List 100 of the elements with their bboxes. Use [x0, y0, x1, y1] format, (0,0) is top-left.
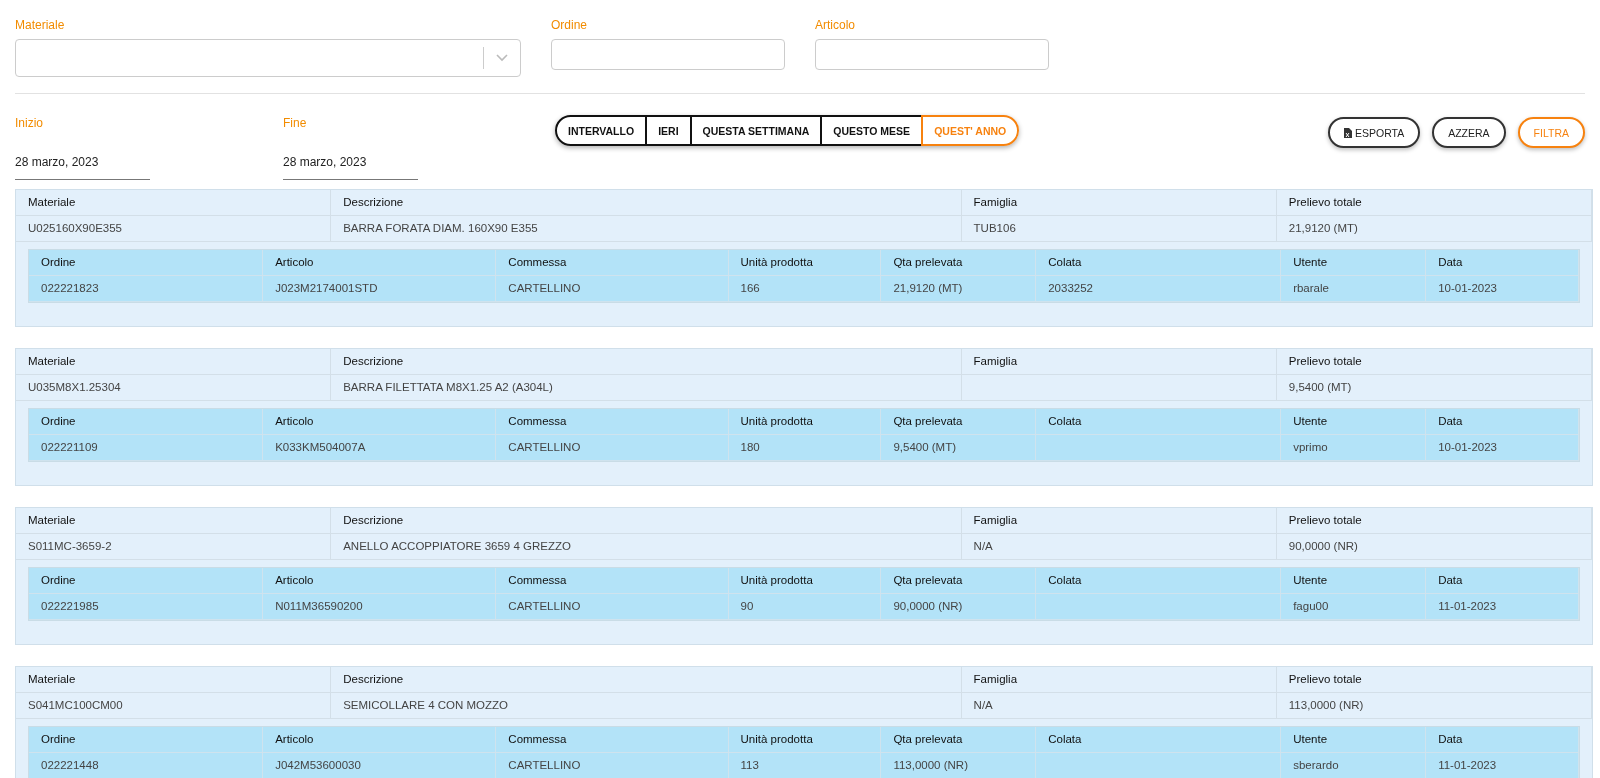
column-header: Commessa	[496, 727, 729, 753]
column-header: Materiale	[16, 667, 332, 693]
table-cell: CARTELLINO	[496, 276, 729, 302]
column-header: Articolo	[263, 409, 497, 435]
reset-button[interactable]: AZZERA	[1432, 117, 1506, 148]
table-cell: 21,9120 (MT)	[1276, 216, 1592, 242]
table-cell: 9,5400 (MT)	[1276, 375, 1592, 401]
column-header: Data	[1426, 727, 1579, 753]
column-header: Famiglia	[961, 190, 1277, 216]
table-cell: 10-01-2023	[1426, 435, 1579, 461]
field-label: Ordine	[551, 17, 589, 34]
column-header: Famiglia	[961, 349, 1277, 375]
column-header: Descrizione	[331, 667, 962, 693]
table-cell: 90	[728, 594, 882, 620]
column-header: Materiale	[16, 349, 332, 375]
table-cell: 90,0000 (NR)	[1276, 534, 1592, 560]
table-cell: 11-01-2023	[1426, 753, 1579, 778]
table-cell: J023M2174001STD	[263, 276, 497, 302]
table-cell: SEMICOLLARE 4 CON MOZZO	[331, 693, 962, 719]
material-dropdown[interactable]	[15, 39, 521, 77]
column-header: Utente	[1281, 409, 1427, 435]
column-header: Articolo	[263, 250, 497, 276]
table-cell: TUB106	[961, 216, 1277, 242]
table-cell: N011M36590200	[263, 594, 497, 620]
table-cell: ANELLO ACCOPPIATORE 3659 4 GREZZO	[331, 534, 962, 560]
table-cell: 11-01-2023	[1426, 594, 1579, 620]
date-field[interactable]: 28 marzo, 2023	[283, 143, 418, 180]
column-header: Utente	[1281, 568, 1427, 594]
column-header: Ordine	[29, 727, 264, 753]
column-header: Articolo	[263, 568, 497, 594]
table-cell: vprimo	[1281, 435, 1427, 461]
range-tab[interactable]: QUESTA SETTIMANA	[689, 115, 823, 146]
column-header: Prelievo totale	[1276, 349, 1592, 375]
table-cell: 022221823	[29, 276, 264, 302]
table-cell: 10-01-2023	[1426, 276, 1579, 302]
column-header: Colata	[1036, 727, 1282, 753]
date-label: Fine	[283, 115, 308, 132]
column-header: Articolo	[263, 727, 497, 753]
table-cell: J042M53600030	[263, 753, 497, 778]
column-header: Unità prodotta	[728, 250, 882, 276]
article-field[interactable]	[815, 39, 1049, 70]
column-header: Colata	[1036, 250, 1282, 276]
column-header: Qta prelevata	[881, 409, 1037, 435]
table-cell: 166	[728, 276, 882, 302]
column-header: Colata	[1036, 409, 1282, 435]
table-cell: 2033252	[1036, 276, 1282, 302]
table-cell: CARTELLINO	[496, 753, 729, 778]
table-cell: 113	[728, 753, 882, 778]
column-header: Materiale	[16, 190, 332, 216]
column-header: Ordine	[29, 409, 264, 435]
column-header: Prelievo totale	[1276, 508, 1592, 534]
table-cell: N/A	[961, 693, 1277, 719]
column-header: Commessa	[496, 409, 729, 435]
table-cell: U025160X90E355	[16, 216, 332, 242]
spreadsheet-file-icon	[1343, 127, 1352, 138]
table-cell: U035M8X1.25304	[16, 375, 332, 401]
range-tab[interactable]: INTERVALLO	[555, 115, 648, 146]
column-header: Colata	[1036, 568, 1282, 594]
table-cell: BARRA FILETTATA M8X1.25 A2 (A304L)	[331, 375, 962, 401]
table-cell: S041MC100CM00	[16, 693, 332, 719]
table-cell: CARTELLINO	[496, 594, 729, 620]
column-header: Unità prodotta	[728, 409, 882, 435]
column-header: Data	[1426, 409, 1579, 435]
column-header: Qta prelevata	[881, 568, 1037, 594]
date-label: Inizio	[15, 115, 44, 132]
column-header: Qta prelevata	[881, 250, 1037, 276]
table-cell: 022221985	[29, 594, 264, 620]
field-label: Articolo	[815, 17, 856, 34]
export-button[interactable]: ESPORTA	[1327, 117, 1421, 148]
table-cell: BARRA FORATA DIAM. 160X90 E355	[331, 216, 962, 242]
column-header: Unità prodotta	[728, 727, 882, 753]
column-header: Utente	[1281, 250, 1427, 276]
column-header: Prelievo totale	[1276, 190, 1592, 216]
table-cell: CARTELLINO	[496, 435, 729, 461]
table-cell: 21,9120 (MT)	[881, 276, 1037, 302]
table-cell: 022221448	[29, 753, 264, 778]
column-header: Utente	[1281, 727, 1427, 753]
column-header: Descrizione	[331, 508, 962, 534]
column-header: Unità prodotta	[728, 568, 882, 594]
table-cell: sberardo	[1281, 753, 1427, 778]
column-header: Ordine	[29, 250, 264, 276]
column-header: Descrizione	[331, 190, 962, 216]
order-field[interactable]	[551, 39, 785, 70]
column-header: Famiglia	[961, 667, 1277, 693]
table-cell: S011MC-3659-2	[16, 534, 332, 560]
column-header: Commessa	[496, 568, 729, 594]
table-cell: 113,0000 (NR)	[881, 753, 1037, 778]
range-tab[interactable]: QUESTO MESE	[820, 115, 924, 146]
column-header: Prelievo totale	[1276, 667, 1592, 693]
table-cell: N/A	[961, 534, 1277, 560]
table-cell: 180	[728, 435, 882, 461]
column-header: Famiglia	[961, 508, 1277, 534]
range-tab[interactable]: IERI	[645, 115, 692, 146]
table-cell: 113,0000 (NR)	[1276, 693, 1592, 719]
column-header: Materiale	[16, 508, 332, 534]
column-header: Data	[1426, 568, 1579, 594]
table-cell: K033KM504007A	[263, 435, 497, 461]
column-header: Descrizione	[331, 349, 962, 375]
date-field[interactable]: 28 marzo, 2023	[15, 143, 150, 180]
column-header: Ordine	[29, 568, 264, 594]
